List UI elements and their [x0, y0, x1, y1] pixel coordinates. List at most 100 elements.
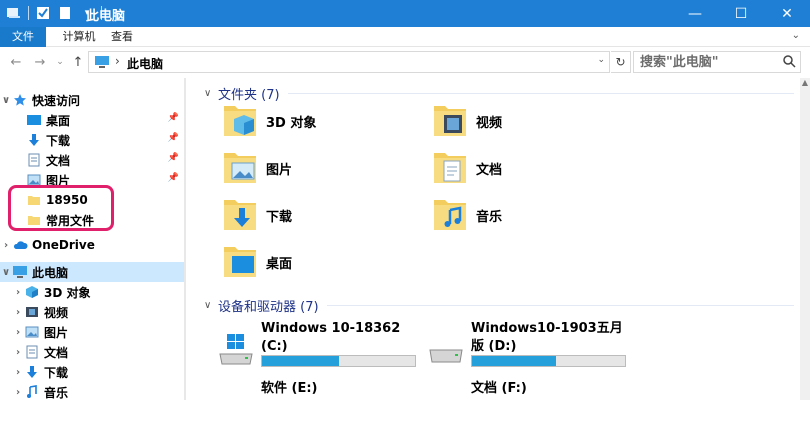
nav-videos[interactable]: › 视频 [0, 302, 185, 322]
nav-this-pc[interactable]: ∨ 此电脑 [0, 262, 185, 282]
search-input[interactable] [634, 52, 774, 72]
folder-item[interactable]: 下载 [222, 192, 422, 238]
computer-icon [12, 264, 28, 280]
nav-folder-18950[interactable]: 18950 [0, 190, 185, 210]
usage-fill [472, 356, 557, 366]
nav-downloads[interactable]: 下载 📌 [0, 130, 185, 150]
address-row: ← → ⌄ ↑ › 此电脑 ⌄ ↻ [0, 48, 810, 76]
pin-icon[interactable]: 📌 [168, 133, 179, 143]
drive-label: Windows10-1903五月版 (D:) [471, 321, 623, 354]
folder-item[interactable]: 3D 对象 [222, 98, 422, 144]
drive-item[interactable]: Windows10-1903五月版 (D:) [426, 321, 636, 378]
search-box[interactable] [633, 51, 801, 73]
navigation-pane: ∨ 快速访问 桌面 📌 下载 📌 文档 📌 图片 📌 18950 常用文件 › … [0, 78, 186, 400]
nav-onedrive[interactable]: › OneDrive [0, 235, 185, 255]
content-scrollbar[interactable]: ▲ [800, 78, 810, 400]
new-folder-icon[interactable] [57, 5, 73, 21]
nav-desktop[interactable]: 桌面 📌 [0, 110, 185, 130]
caret-right-icon[interactable]: › [12, 367, 24, 378]
caret-right-icon[interactable]: › [12, 307, 24, 318]
drive-item[interactable]: Windows 10-18362 (C:) [216, 321, 426, 378]
folder-item[interactable]: 文档 [432, 145, 632, 191]
document-icon [26, 152, 42, 168]
caret-right-icon[interactable]: › [12, 327, 24, 338]
search-icon[interactable] [783, 55, 796, 71]
close-button[interactable]: ✕ [764, 0, 810, 27]
content-pane: ∨ 文件夹 (7) 3D 对象 视频 图片 文档 下载 音乐 桌面 ∨ 设备和驱… [198, 78, 796, 400]
windows-drive-icon [218, 332, 254, 369]
refresh-button[interactable]: ↻ [611, 51, 631, 73]
folder-item[interactable]: 视频 [432, 98, 632, 144]
drive-item[interactable]: 文档 (F:) [426, 381, 636, 438]
nav-quick-access[interactable]: ∨ 快速访问 [0, 90, 185, 110]
download-icon [24, 364, 40, 380]
pin-icon[interactable]: 📌 [168, 173, 179, 183]
nav-documents-pc[interactable]: › 文档 [0, 342, 185, 362]
minimize-button[interactable]: — [672, 0, 718, 27]
folder-item[interactable]: 图片 [222, 145, 422, 191]
devices-group-header[interactable]: ∨ 设备和驱动器 (7) [204, 295, 794, 315]
hard-drive-icon [428, 332, 464, 369]
caret-right-icon[interactable]: › [12, 387, 24, 398]
title-bar: ▾ 此电脑 — ☐ ✕ [0, 0, 810, 27]
properties-icon[interactable] [35, 5, 51, 21]
breadcrumb[interactable]: 此电脑 [127, 55, 163, 72]
expand-ribbon-icon[interactable]: ⌄ [792, 30, 800, 41]
caret-down-icon[interactable]: ∨ [0, 95, 12, 106]
drive-item[interactable]: 软件 (E:) [216, 381, 426, 438]
drive-label: Windows 10-18362 (C:) [261, 321, 401, 354]
pin-icon[interactable]: 📌 [168, 113, 179, 123]
download-icon [26, 132, 42, 148]
tab-view[interactable]: 查看 [106, 27, 138, 47]
tab-computer[interactable]: 计算机 [55, 27, 103, 47]
folder-item[interactable]: 音乐 [432, 192, 632, 238]
folder-item[interactable]: 桌面 [222, 239, 422, 285]
caret-down-icon[interactable]: ∨ [204, 300, 218, 311]
cloud-icon [12, 237, 28, 253]
picture-icon [26, 172, 42, 188]
desktop-icon [26, 112, 42, 128]
picture-folder-icon [222, 147, 258, 190]
desktop-folder-icon [222, 241, 258, 284]
nav-3d-objects[interactable]: › 3D 对象 [0, 282, 185, 302]
video-folder-icon [432, 100, 468, 143]
address-bar[interactable]: › 此电脑 ⌄ [88, 51, 610, 73]
star-icon [12, 92, 28, 108]
pin-icon[interactable]: 📌 [168, 153, 179, 163]
nav-documents[interactable]: 文档 📌 [0, 150, 185, 170]
drive-usage-bar [471, 355, 626, 367]
forward-button[interactable]: → [32, 53, 48, 71]
cube-icon [24, 284, 40, 300]
music-folder-icon [432, 194, 468, 237]
picture-icon [24, 324, 40, 340]
caret-right-icon[interactable]: › [0, 240, 12, 251]
folder-icon [26, 192, 42, 208]
explorer-icon[interactable] [6, 5, 22, 21]
back-button[interactable]: ← [8, 53, 24, 71]
drive-label: 软件 (E:) [261, 381, 318, 396]
chevron-down-icon[interactable]: ⌄ [597, 55, 605, 65]
nav-scrollbar[interactable] [184, 78, 186, 400]
usage-fill [262, 356, 339, 366]
chevron-right-icon[interactable]: › [115, 54, 120, 68]
drive-label: 文档 (F:) [471, 381, 527, 396]
nav-music[interactable]: › 音乐 [0, 382, 185, 400]
window-title: 此电脑 [86, 9, 126, 24]
nav-folder-common-files[interactable]: 常用文件 [0, 210, 185, 230]
maximize-button[interactable]: ☐ [718, 0, 764, 27]
caret-right-icon[interactable]: › [12, 287, 24, 298]
caret-down-icon[interactable]: ∨ [204, 88, 218, 99]
video-icon [24, 304, 40, 320]
ribbon-tabs: 文件 计算机 查看 ⌄ [0, 27, 810, 47]
nav-pictures[interactable]: 图片 📌 [0, 170, 185, 190]
recent-locations-icon[interactable]: ⌄ [52, 53, 68, 71]
music-icon [24, 384, 40, 400]
scroll-up-icon[interactable]: ▲ [800, 78, 810, 92]
caret-right-icon[interactable]: › [12, 347, 24, 358]
tab-file[interactable]: 文件 [0, 27, 46, 47]
nav-downloads-pc[interactable]: › 下载 [0, 362, 185, 382]
nav-pictures-pc[interactable]: › 图片 [0, 322, 185, 342]
computer-icon [94, 55, 110, 72]
up-button[interactable]: ↑ [70, 53, 86, 71]
caret-down-icon[interactable]: ∨ [0, 267, 12, 278]
